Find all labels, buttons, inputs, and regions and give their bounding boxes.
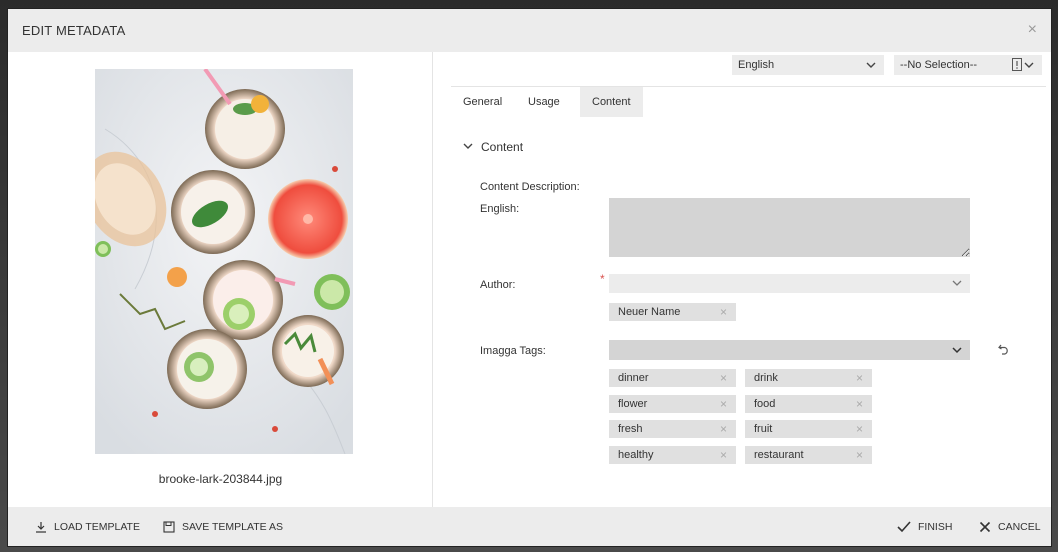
load-template-button[interactable]: LOAD TEMPLATE	[35, 507, 140, 546]
download-icon	[35, 521, 47, 533]
tag-label: flower	[618, 398, 648, 410]
imagga-tag: dinner ×	[609, 369, 736, 387]
imagga-tag: restaurant ×	[745, 446, 872, 464]
tag-label: fresh	[618, 423, 643, 435]
author-select[interactable]	[609, 274, 970, 293]
dialog-footer: LOAD TEMPLATE SAVE TEMPLATE AS FINISH CA…	[8, 507, 1051, 546]
remove-tag-icon[interactable]: ×	[720, 397, 727, 411]
selection-select[interactable]: --No Selection--	[894, 55, 1042, 75]
dialog-title: EDIT METADATA	[22, 23, 126, 38]
content-description-label: Content Description:	[480, 181, 580, 193]
chevron-down-icon	[952, 277, 962, 292]
remove-tag-icon[interactable]: ×	[856, 371, 863, 385]
remove-tag-icon[interactable]: ×	[720, 305, 727, 319]
finish-label: FINISH	[918, 520, 953, 533]
cancel-label: CANCEL	[998, 520, 1041, 533]
selection-select-value: --No Selection--	[900, 59, 978, 71]
chevron-down-icon	[866, 58, 876, 75]
imagga-tag: flower ×	[609, 395, 736, 413]
tab-usage[interactable]: Usage	[528, 87, 560, 117]
content-description-english-field[interactable]	[609, 198, 970, 257]
check-icon	[897, 520, 911, 533]
required-marker: *	[600, 272, 605, 286]
author-tag: Neuer Name ×	[609, 303, 736, 321]
preview-image	[95, 69, 353, 454]
author-label: Author:	[480, 279, 516, 291]
save-template-button[interactable]: SAVE TEMPLATE AS	[163, 507, 283, 546]
imagga-tag: healthy ×	[609, 446, 736, 464]
language-select-value: English	[738, 59, 775, 71]
remove-tag-icon[interactable]: ×	[720, 448, 727, 462]
chevron-down-icon	[1024, 58, 1034, 75]
undo-icon[interactable]	[998, 343, 1010, 358]
language-select[interactable]: English	[732, 55, 884, 75]
remove-tag-icon[interactable]: ×	[856, 397, 863, 411]
imagga-tag: fresh ×	[609, 420, 736, 438]
imagga-tags-label: Imagga Tags:	[480, 345, 546, 357]
dialog-header: EDIT METADATA ×	[8, 9, 1051, 52]
imagga-tag: drink ×	[745, 369, 872, 387]
load-template-label: LOAD TEMPLATE	[54, 520, 140, 533]
imagga-tags-select[interactable]	[609, 340, 970, 360]
tag-label: drink	[754, 372, 778, 384]
finish-button[interactable]: FINISH	[897, 507, 952, 546]
preview-panel: brooke-lark-203844.jpg	[8, 52, 433, 507]
close-icon	[979, 521, 991, 533]
save-template-label: SAVE TEMPLATE AS	[182, 520, 283, 533]
metadata-tabs: General Usage Content	[451, 86, 1046, 117]
remove-tag-icon[interactable]: ×	[720, 371, 727, 385]
section-title: Content	[481, 140, 524, 154]
tag-label: dinner	[618, 372, 649, 384]
chevron-down-icon	[463, 140, 473, 154]
image-preview	[95, 69, 353, 454]
remove-tag-icon[interactable]: ×	[856, 448, 863, 462]
tab-content[interactable]: Content	[580, 87, 643, 117]
save-icon	[163, 520, 175, 533]
metadata-panel: English --No Selection-- General Usage C…	[433, 52, 1051, 507]
cancel-button[interactable]: CANCEL	[979, 507, 1041, 546]
close-icon[interactable]: ×	[1028, 22, 1037, 38]
imagga-tag: food ×	[745, 395, 872, 413]
image-filename: brooke-lark-203844.jpg	[158, 472, 283, 486]
tag-label: healthy	[618, 449, 654, 461]
remove-tag-icon[interactable]: ×	[720, 422, 727, 436]
content-section-toggle[interactable]: Content	[463, 140, 523, 154]
english-label: English:	[480, 203, 520, 215]
tag-label: food	[754, 398, 776, 410]
chevron-down-icon	[952, 344, 962, 359]
edit-metadata-dialog: EDIT METADATA × brooke-lark-203844.jpg E…	[8, 9, 1051, 546]
tag-label: restaurant	[754, 449, 804, 461]
remove-tag-icon[interactable]: ×	[856, 422, 863, 436]
imagga-tag: fruit ×	[745, 420, 872, 438]
alert-icon	[1012, 58, 1022, 74]
tag-label: Neuer Name	[618, 306, 681, 318]
tag-label: fruit	[754, 423, 773, 435]
tab-general[interactable]: General	[463, 87, 502, 117]
